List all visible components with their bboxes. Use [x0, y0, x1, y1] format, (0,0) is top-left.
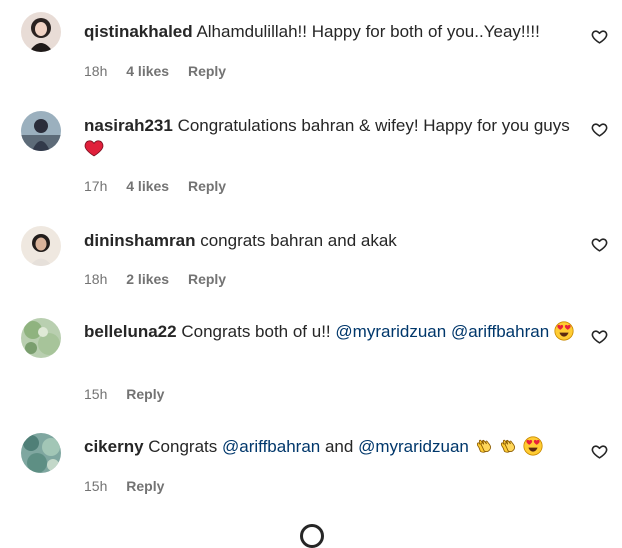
comment-username[interactable]: dininshamran	[84, 231, 195, 250]
heart-outline-icon[interactable]	[591, 328, 608, 345]
clapping-hands-emoji	[501, 439, 516, 453]
comment-time: 18h	[84, 271, 108, 287]
comment-username[interactable]: cikerny	[84, 437, 144, 456]
comment-text: nasirah231 Congratulations bahran & wife…	[84, 114, 574, 160]
comment-meta: 17h 4 likes Reply	[84, 177, 241, 195]
heart-eyes-emoji	[554, 321, 574, 341]
heart-outline-icon[interactable]	[591, 121, 608, 138]
avatar[interactable]	[21, 111, 61, 151]
mention-link[interactable]: @ariffbahran	[451, 322, 549, 341]
reply-button[interactable]: Reply	[126, 478, 164, 494]
reply-button[interactable]: Reply	[188, 178, 226, 194]
comment-username[interactable]: qistinakhaled	[84, 22, 193, 41]
comment-time: 18h	[84, 63, 108, 79]
heart-eyes-emoji	[523, 436, 543, 456]
red-heart-emoji	[84, 140, 104, 157]
comment-meta: 15h Reply	[84, 477, 179, 495]
comment-likes[interactable]: 4 likes	[126, 178, 169, 194]
avatar[interactable]	[21, 226, 61, 266]
comment-meta: 15h Reply	[84, 385, 179, 403]
loading-spinner-icon	[300, 524, 324, 548]
mention-link[interactable]: @ariffbahran	[222, 437, 320, 456]
comment-time: 15h	[84, 478, 108, 494]
avatar[interactable]	[21, 12, 61, 52]
heart-outline-icon[interactable]	[591, 236, 608, 253]
comment-body: Congrats	[148, 437, 218, 456]
mention-link[interactable]: @myraridzuan	[358, 437, 469, 456]
reply-button[interactable]: Reply	[188, 271, 226, 287]
comment-text: qistinakhaled Alhamdulillah!! Happy for …	[84, 20, 574, 43]
comment-time: 17h	[84, 178, 108, 194]
mention-link[interactable]: @myraridzuan	[335, 322, 446, 341]
comment-text: cikerny Congrats @ariffbahran and @myrar…	[84, 435, 574, 458]
comment-time: 15h	[84, 386, 108, 402]
heart-outline-icon[interactable]	[591, 443, 608, 460]
heart-outline-icon[interactable]	[591, 28, 608, 45]
comment-body: congrats bahran and akak	[200, 231, 397, 250]
reply-button[interactable]: Reply	[126, 386, 164, 402]
comment-body: Alhamdulillah!! Happy for both of you..Y…	[196, 22, 540, 41]
comment-username[interactable]: belleluna22	[84, 322, 177, 341]
comment-text: dininshamran congrats bahran and akak	[84, 229, 574, 252]
comment-text: belleluna22 Congrats both of u!! @myrari…	[84, 320, 574, 343]
comment-likes[interactable]: 2 likes	[126, 271, 169, 287]
clapping-hands-emoji	[476, 439, 491, 453]
comment-meta: 18h 2 likes Reply	[84, 270, 241, 288]
reply-button[interactable]: Reply	[188, 63, 226, 79]
avatar[interactable]	[21, 318, 61, 358]
comment-likes[interactable]: 4 likes	[126, 63, 169, 79]
comment-meta: 18h 4 likes Reply	[84, 62, 241, 80]
comment-body: Congratulations bahran & wifey! Happy fo…	[177, 116, 570, 135]
comment-body: Congrats both of u!!	[181, 322, 331, 341]
comment-username[interactable]: nasirah231	[84, 116, 173, 135]
avatar[interactable]	[21, 433, 61, 473]
comment-conjunction: and	[324, 437, 354, 456]
